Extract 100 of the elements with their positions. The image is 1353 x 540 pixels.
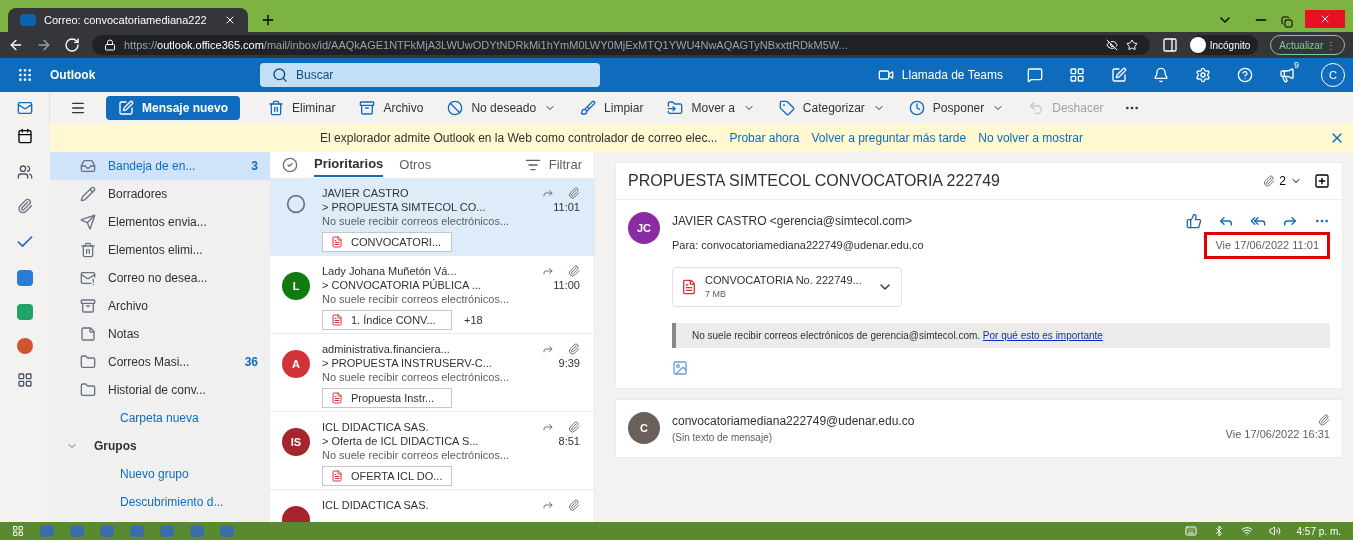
bell-icon[interactable] bbox=[1153, 67, 1169, 83]
folder-item[interactable]: Historial de conv... bbox=[50, 376, 270, 404]
message-preview: No suele recibir correos electrónicos... bbox=[322, 370, 511, 384]
folder-name: Archivo bbox=[108, 298, 148, 315]
pencil-icon bbox=[80, 186, 96, 202]
add-apps-icon[interactable] bbox=[17, 372, 33, 388]
groups-heading[interactable]: Grupos bbox=[94, 437, 137, 455]
thumbs-up-icon[interactable] bbox=[1186, 213, 1202, 229]
filter-icon bbox=[524, 157, 541, 173]
send-icon bbox=[80, 214, 96, 230]
blocked-circle-icon bbox=[447, 100, 464, 116]
sender-avatar: A bbox=[282, 350, 310, 378]
toolbar-button[interactable]: Posponer bbox=[896, 99, 1017, 117]
toolbar-button[interactable]: Mover a bbox=[655, 99, 767, 117]
banner-message: El explorador admite Outlook en la Web como controlador de correo elec... bbox=[320, 130, 718, 147]
back-icon[interactable] bbox=[8, 37, 24, 53]
message-subject: > Oferta de ICL DIDACTICA S... bbox=[322, 434, 480, 448]
chat-icon[interactable] bbox=[1027, 67, 1043, 83]
megaphone-icon[interactable] bbox=[1279, 67, 1295, 83]
new-tab-icon[interactable] bbox=[260, 12, 276, 28]
archive-box-icon bbox=[359, 100, 376, 116]
attachment-chip[interactable]: OFERTA ICL DO... bbox=[322, 466, 452, 486]
toolbar-button[interactable]: No deseado bbox=[435, 99, 569, 117]
folder-name: Elementos envia... bbox=[108, 214, 207, 231]
banner-link[interactable]: Probar ahora bbox=[729, 129, 800, 147]
keyboard-icon bbox=[1184, 525, 1197, 537]
attachment-chip[interactable]: Propuesta Instr... bbox=[322, 388, 452, 408]
paperclip-icon bbox=[1263, 175, 1276, 187]
menu-icon[interactable] bbox=[70, 100, 86, 116]
teams-call-link[interactable]: Llamada de Teams bbox=[901, 66, 1003, 84]
undo-icon bbox=[1028, 100, 1045, 116]
folder-item[interactable]: Bandeja de en... 3 bbox=[50, 152, 270, 180]
folder-name: Correos Masi... bbox=[108, 354, 190, 371]
search-field[interactable]: Buscar bbox=[260, 63, 600, 87]
filter-button[interactable]: Filtrar bbox=[524, 155, 582, 175]
new-folder-link[interactable]: Carpeta nueva bbox=[50, 404, 270, 432]
unread-count: 36 bbox=[244, 354, 258, 371]
calendar-icon[interactable] bbox=[17, 128, 33, 144]
folder-item[interactable]: Elementos envia... bbox=[50, 208, 270, 236]
toolbar-button[interactable]: Archivo bbox=[347, 99, 436, 117]
banner-link[interactable]: No volver a mostrar bbox=[978, 129, 1083, 147]
paperclip-icon bbox=[568, 343, 580, 355]
pdf-file-icon bbox=[331, 236, 343, 248]
folder-name: Borradores bbox=[108, 186, 168, 203]
forward-icon[interactable] bbox=[36, 37, 52, 53]
tag-icon bbox=[778, 100, 795, 116]
new-message-button[interactable]: Mensaje nuevo bbox=[106, 96, 241, 120]
folder-item[interactable]: Archivo bbox=[50, 292, 270, 320]
note-edit-icon[interactable] bbox=[1111, 67, 1127, 83]
message-time: 9:39 bbox=[558, 356, 580, 370]
attachment-card[interactable]: CONVOCATORIA No. 222749... 7 MB bbox=[672, 266, 902, 307]
reload-icon[interactable] bbox=[64, 37, 80, 53]
restore-icon[interactable] bbox=[1281, 16, 1293, 28]
expand-icon[interactable] bbox=[1314, 173, 1330, 189]
settings-icon[interactable] bbox=[1195, 67, 1211, 83]
eye-off-icon bbox=[1105, 39, 1118, 51]
group-link[interactable]: Nuevo grupo bbox=[50, 460, 270, 488]
notice-link[interactable]: Por qué esto es importante bbox=[982, 329, 1103, 341]
attachment-chip[interactable]: 1. Índice CONV... bbox=[322, 310, 452, 330]
star-icon[interactable] bbox=[1125, 39, 1138, 51]
toolbar-button[interactable]: Limpiar bbox=[568, 99, 656, 117]
folder-item[interactable]: Notas bbox=[50, 320, 270, 348]
select-all-icon[interactable] bbox=[282, 157, 298, 173]
banner-link[interactable]: Volver a preguntar más tarde bbox=[811, 129, 967, 147]
message-time: 8:51 bbox=[558, 434, 580, 448]
select-circle-icon[interactable] bbox=[286, 194, 306, 214]
group-link[interactable]: Descubrimiento d... bbox=[50, 488, 270, 516]
sender-line: JAVIER CASTRO <gerencia@simtecol.com> bbox=[672, 213, 914, 230]
side-panel-icon[interactable] bbox=[1161, 37, 1178, 53]
toolbar-button[interactable]: Categorizar bbox=[766, 99, 897, 117]
folder-item[interactable]: Elementos elimi... bbox=[50, 236, 270, 264]
folder-item[interactable]: Correos Masi... 36 bbox=[50, 348, 270, 376]
mail-icon[interactable] bbox=[16, 100, 33, 116]
folder-move-icon bbox=[667, 100, 684, 116]
people-icon[interactable] bbox=[17, 164, 33, 180]
folder-item[interactable]: Correo no desea... bbox=[50, 264, 270, 292]
address-bar[interactable]: https://outlook.office365.com/mail/inbox/id/AAQkAGE1NTFkMjA3LWUwODYtNDRkMi1hYmM0LWY0MjExMTQ1YWU4NwAQAGTyNBxxttRDkM5W... bbox=[92, 35, 1150, 55]
paperclip-icon bbox=[568, 265, 580, 277]
attachment-size: 7 MB bbox=[705, 288, 727, 301]
folder-item[interactable]: Borradores bbox=[50, 180, 270, 208]
sender-name: ICL DIDACTICA SAS. bbox=[322, 498, 430, 512]
start-icon[interactable] bbox=[12, 525, 24, 537]
incognito-badge[interactable]: Incógnito bbox=[1189, 35, 1259, 55]
archive-box-icon bbox=[80, 298, 96, 314]
browser-tab[interactable]: Correo: convocatoriamediana222 bbox=[8, 8, 248, 32]
help-icon[interactable] bbox=[1237, 67, 1253, 83]
paperclip-icon bbox=[568, 421, 580, 433]
paperclip-icon[interactable] bbox=[17, 198, 33, 214]
message-subject: > PROPUESTA SIMTECOL CO... bbox=[322, 200, 487, 214]
notification-count: 9 bbox=[1294, 59, 1299, 72]
toolbar-button[interactable]: Eliminar bbox=[256, 99, 348, 117]
inbox-tab[interactable]: Otros bbox=[399, 153, 432, 177]
message-item[interactable]: JAVIER CASTRO > PROPUESTA SIMTECOL CO... 11:01 No suele recibir correos electrónicos... CONVOCATORI... bbox=[270, 178, 594, 256]
app-launcher-icon[interactable] bbox=[17, 67, 33, 83]
email-card[interactable]: C convocatoriamediana222749@udenar.edu.co (Sin texto de mensaje) Vie 17/06/2022 16:31 bbox=[615, 398, 1343, 458]
close-icon[interactable] bbox=[224, 14, 236, 26]
attachment-chip[interactable]: CONVOCATORI... bbox=[322, 232, 452, 252]
message-subject: > PROPUESTA INSTRUSERV-C... bbox=[322, 356, 493, 370]
folder-name: Bandeja de en... bbox=[108, 158, 196, 175]
lock-icon bbox=[104, 39, 116, 51]
